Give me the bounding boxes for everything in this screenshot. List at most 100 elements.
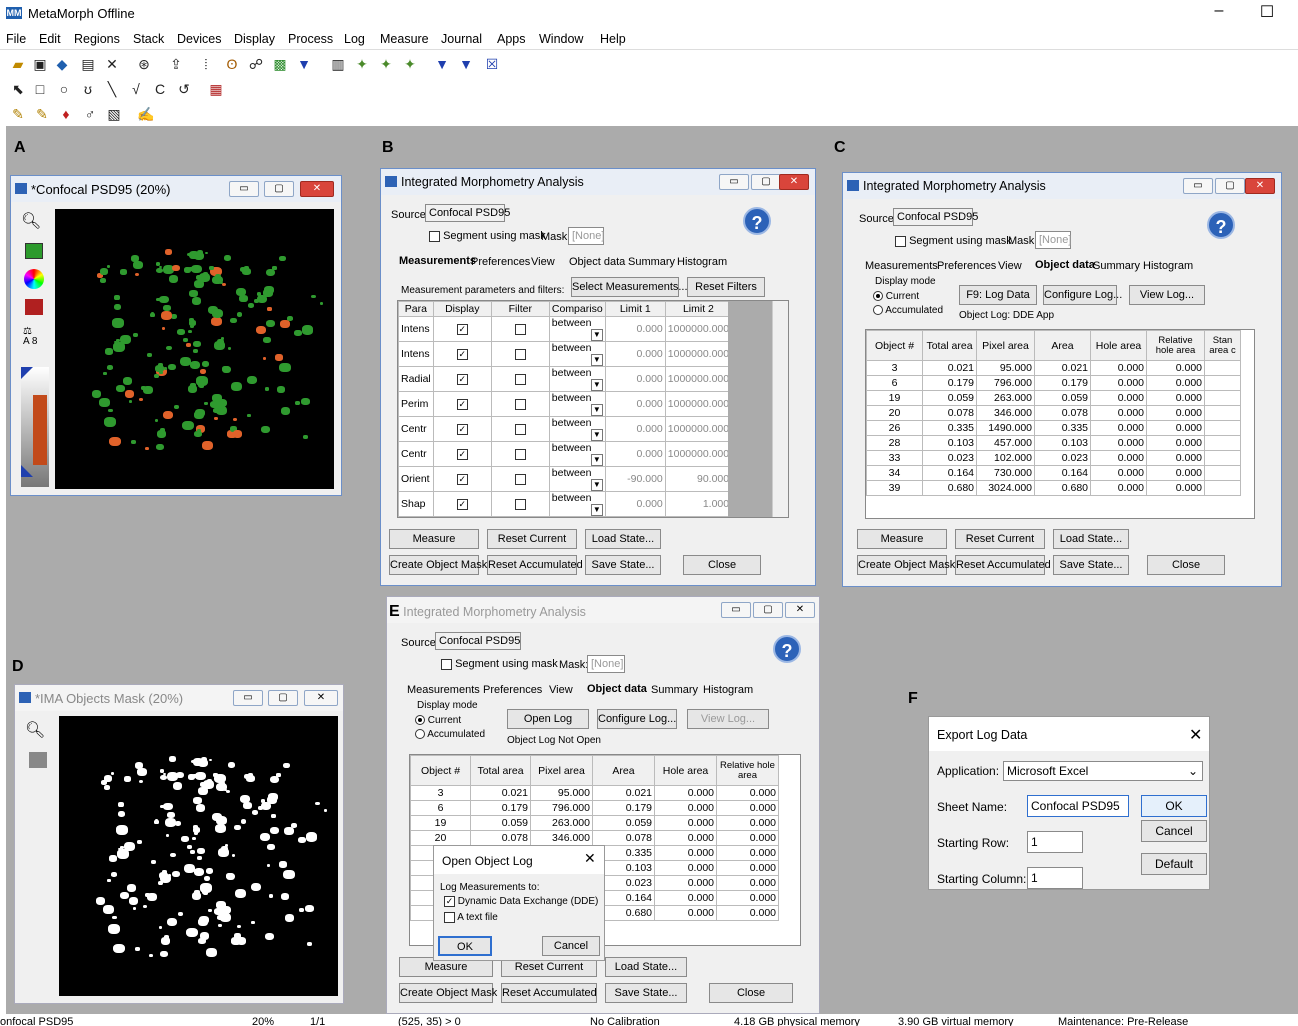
limit2-cell[interactable]: 1000000.000 [664, 316, 733, 342]
view-log-button[interactable]: View Log... [687, 709, 769, 729]
limit1-cell[interactable]: 0.000 [604, 516, 666, 517]
limit2-cell[interactable]: 1000000.000 [664, 416, 733, 442]
table-row[interactable]: 39 0.680 3024.000 0.680 0.000 0.000 [866, 480, 1241, 496]
object-data-grid[interactable]: Object # Total area Pixel area Area Hole… [865, 329, 1255, 519]
close-icon[interactable]: ✕ [584, 850, 596, 867]
close-icon[interactable]: ✕ [1189, 725, 1202, 745]
text-annotate-icon[interactable]: ✍ [136, 104, 156, 124]
menu-devices[interactable]: Devices [177, 32, 221, 46]
fill-icon[interactable]: ♦ [56, 104, 76, 124]
filter3-icon[interactable]: ▼ [456, 54, 476, 74]
menu-log[interactable]: Log [344, 32, 365, 46]
tab-preferences[interactable]: Preferences [471, 256, 530, 268]
menu-file[interactable]: File [6, 32, 26, 46]
display-checkbox[interactable]: ✓ [432, 516, 492, 517]
tab-view[interactable]: View [549, 684, 573, 696]
comparison-select[interactable]: between▼ [548, 441, 606, 467]
col-header[interactable]: Display [432, 301, 492, 317]
accumulated-radio[interactable]: Accumulated [415, 729, 485, 740]
col-header[interactable]: Object # [410, 755, 471, 786]
table-row[interactable]: Intens ✓ between ▼ 0.000 1000000.000 [398, 316, 733, 342]
menu-journal[interactable]: Journal [441, 32, 482, 46]
help-icon[interactable]: ? [1207, 211, 1235, 239]
freehand-icon[interactable]: ʊ [78, 79, 98, 99]
table-row[interactable]: Ell.✓ between▼0.00010000.000 [398, 516, 733, 517]
minimize-icon[interactable]: ▭ [719, 174, 749, 190]
vertical-scrollbar[interactable] [772, 301, 788, 517]
menu-display[interactable]: Display [234, 32, 275, 46]
limit2-cell[interactable]: 1000000.000 [664, 391, 733, 417]
log-data-button[interactable]: F9: Log Data [959, 285, 1037, 305]
tab-histogram[interactable]: Histogram [703, 684, 753, 696]
col-header[interactable]: Compariso [548, 301, 606, 317]
reset-filters-button[interactable]: Reset Filters [687, 277, 765, 297]
measure-button[interactable]: Measure [857, 529, 947, 549]
display-checkbox[interactable]: ✓ [432, 316, 492, 342]
tab-object-data[interactable]: Object data [569, 256, 625, 268]
sheet-name-input[interactable]: Confocal PSD95 [1027, 795, 1129, 817]
minimize-icon[interactable]: ▭ [1183, 178, 1213, 194]
color2-icon[interactable]: ✦ [352, 54, 372, 74]
current-radio[interactable]: Current [873, 291, 919, 302]
close-button[interactable]: Close [709, 983, 793, 1003]
menu-measure[interactable]: Measure [380, 32, 429, 46]
tab-preferences[interactable]: Preferences [483, 684, 542, 696]
tab-summary[interactable]: Summary [651, 684, 698, 696]
source-field[interactable]: Confocal PSD95 [425, 204, 510, 222]
col-header[interactable]: Pixel area [530, 755, 593, 786]
save-state-button[interactable]: Save State... [585, 555, 661, 575]
close-icon[interactable]: ✕ [304, 690, 338, 706]
table-row[interactable]: 6 0.179 796.000 0.179 0.000 0.000 [866, 375, 1241, 391]
col-header[interactable]: Limit 1 [604, 301, 666, 317]
tab-object-data[interactable]: Object data [587, 683, 647, 695]
limit2-cell[interactable]: 1000000.000 [664, 366, 733, 392]
line-icon[interactable]: ╲ [102, 79, 122, 99]
maximize-icon[interactable]: ▢ [264, 181, 294, 197]
binoculars-icon[interactable]: ☍ [246, 54, 266, 74]
limit1-cell[interactable]: 0.000 [604, 366, 666, 392]
table-row[interactable]: Centr ✓ between ▼ 0.000 1000000.000 [398, 416, 733, 442]
tab-view[interactable]: View [531, 256, 555, 268]
display-checkbox[interactable]: ✓ [432, 366, 492, 392]
rectangle-icon[interactable]: □ [30, 79, 50, 99]
maximize-icon[interactable]: ▢ [1215, 178, 1245, 194]
measurement-grid[interactable]: Para Display Filter Compariso Limit 1 Li… [397, 300, 789, 518]
table-row[interactable]: 20 0.078 346.000 0.078 0.000 0.000 [866, 405, 1241, 421]
default-button[interactable]: Default [1141, 853, 1207, 875]
menu-help[interactable]: Help [600, 32, 626, 46]
comparison-select[interactable]: between▼ [548, 366, 606, 392]
menu-stack[interactable]: Stack [133, 32, 164, 46]
filter4-icon[interactable]: ☒ [482, 54, 502, 74]
col-header[interactable]: Object # [866, 330, 923, 361]
filter-checkbox[interactable] [490, 366, 550, 392]
create-object-mask-button[interactable]: Create Object Mask [857, 555, 955, 575]
limit1-cell[interactable]: 0.000 [604, 391, 666, 417]
segment-checkbox[interactable]: Segment using mask [895, 235, 1012, 247]
tab-view[interactable]: View [998, 260, 1022, 272]
table-row[interactable]: Intens ✓ between ▼ 0.000 1000000.000 [398, 341, 733, 367]
text-file-checkbox[interactable]: A text file [444, 912, 498, 923]
col-header[interactable]: Relative hole area [1146, 330, 1205, 361]
display-checkbox[interactable]: ✓ [432, 416, 492, 442]
comparison-select[interactable]: between▼ [548, 391, 606, 417]
table-row[interactable]: 26 0.335 1490.000 0.335 0.000 0.000 [866, 420, 1241, 436]
filter-checkbox[interactable] [490, 466, 550, 492]
open-icon[interactable]: ▰ [8, 54, 28, 74]
current-radio[interactable]: Current [415, 715, 461, 726]
reset-accumulated-button[interactable]: Reset Accumulated [487, 555, 583, 575]
measure-button[interactable]: Measure [389, 529, 479, 549]
segment-checkbox[interactable]: Segment using mask [429, 230, 546, 242]
stack2-icon[interactable]: ▼ [294, 54, 314, 74]
load-state-button[interactable]: Load State... [605, 957, 687, 977]
filter-checkbox[interactable] [490, 491, 550, 517]
close-button[interactable]: Close [1147, 555, 1225, 575]
table-row[interactable]: 33 0.023 102.000 0.023 0.000 0.000 [866, 450, 1241, 466]
pencil-icon[interactable]: ✎ [32, 104, 52, 124]
image-icon[interactable]: ▩ [270, 54, 290, 74]
col-header[interactable]: Hole area [1090, 330, 1147, 361]
limit1-cell[interactable]: 0.000 [604, 316, 666, 342]
tab-histogram[interactable]: Histogram [1143, 260, 1193, 272]
table-row[interactable]: 34 0.164 730.000 0.164 0.000 0.000 [866, 465, 1241, 481]
starting-row-input[interactable]: 1 [1027, 831, 1083, 853]
menu-process[interactable]: Process [288, 32, 333, 46]
